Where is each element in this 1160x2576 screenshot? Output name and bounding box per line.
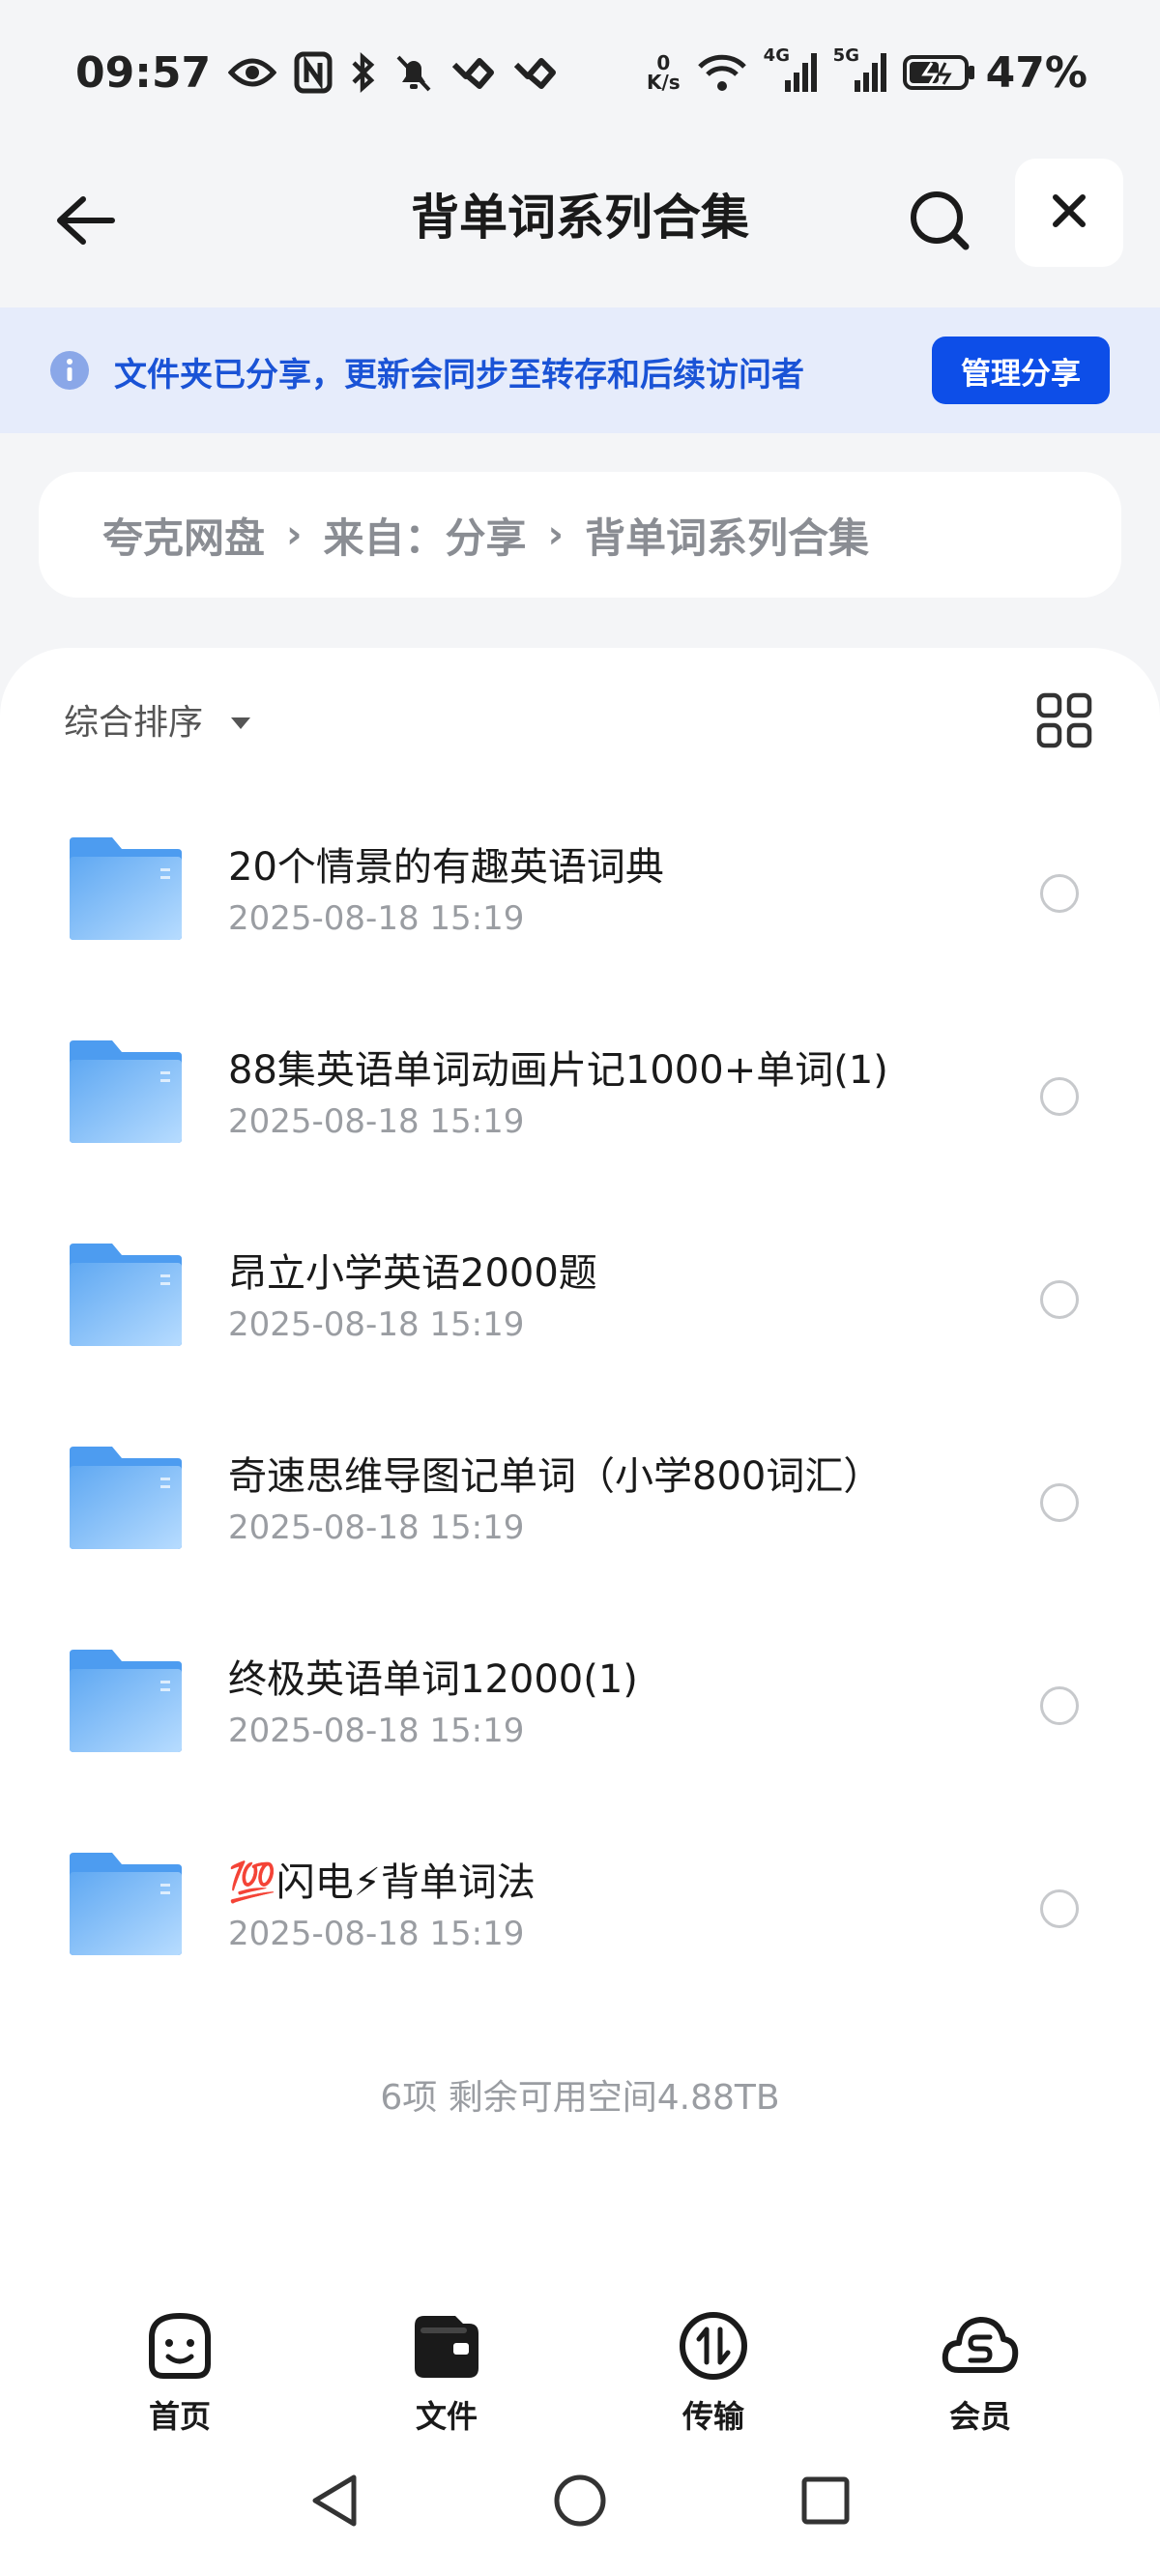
file-name: 88集英语单词动画片记1000+单词(1)	[228, 1048, 888, 1093]
app-notification-icon	[450, 49, 495, 96]
bluetooth-icon	[350, 49, 377, 96]
eye-icon	[228, 49, 277, 96]
info-icon	[50, 351, 89, 390]
battery-charging-icon	[902, 49, 976, 96]
signal-5g-label: 5G	[832, 45, 859, 66]
app-notification-icon-2	[512, 49, 557, 96]
file-list: 20个情景的有趣英语词典 2025-08-18 15:19 88集英语单词动画片…	[0, 803, 1160, 2021]
file-row[interactable]: 昂立小学英语2000题 2025-08-18 15:19	[0, 1209, 1160, 1412]
nav-item-membership[interactable]: 会员	[913, 2305, 1048, 2437]
nav-item-files[interactable]: 文件	[379, 2305, 514, 2437]
system-navigation-bar	[0, 2446, 1160, 2576]
system-back-button[interactable]	[300, 2468, 369, 2537]
grid-view-icon	[1036, 692, 1092, 752]
folder-wallet-icon	[406, 2305, 487, 2386]
smile-face-icon	[139, 2305, 220, 2386]
search-icon	[908, 189, 972, 256]
nav-label-membership: 会员	[948, 2398, 1011, 2435]
circle-home-icon	[551, 2472, 609, 2533]
file-name: 昂立小学英语2000题	[228, 1251, 597, 1296]
file-row[interactable]: 88集英语单词动画片记1000+单词(1) 2025-08-18 15:19	[0, 1006, 1160, 1209]
grid-view-button[interactable]	[1036, 692, 1092, 748]
file-row[interactable]: 终极英语单词12000(1) 2025-08-18 15:19	[0, 1615, 1160, 1818]
folder-icon	[68, 1648, 184, 1754]
nav-item-home[interactable]: 首页	[112, 2305, 247, 2437]
file-list-panel: 综合排序 20个情景的有趣英语词典 2025-08-18 15:19 88集英语…	[0, 648, 1160, 2576]
file-date: 2025-08-18 15:19	[228, 1102, 525, 1141]
status-time: 09:57	[75, 47, 212, 98]
file-date: 2025-08-18 15:19	[228, 1915, 525, 1953]
file-name: 💯闪电⚡背单词法	[228, 1860, 536, 1905]
transfer-arrows-icon	[673, 2305, 754, 2386]
nfc-icon	[294, 49, 333, 96]
page-title: 背单词系列合集	[411, 190, 749, 246]
file-name: 终极英语单词12000(1)	[228, 1657, 638, 1702]
select-radio[interactable]	[1040, 1686, 1079, 1725]
app-screen: 09:57 0 K/s 4G 5G 47% 背单词系列合集 文件夹已分享，更新会…	[0, 0, 1160, 2576]
sort-dropdown[interactable]: 综合排序	[64, 694, 251, 745]
chevron-right-icon: ›	[286, 512, 303, 557]
folder-icon	[68, 1445, 184, 1551]
wifi-icon	[696, 49, 748, 96]
banner-message: 文件夹已分享，更新会同步至转存和后续访问者	[114, 356, 804, 395]
status-bar: 09:57 0 K/s 4G 5G 47%	[0, 0, 1160, 145]
network-speed-unit: K/s	[646, 71, 681, 94]
signal-4g-label: 4G	[763, 45, 790, 66]
network-speed-value: 0	[656, 51, 671, 74]
nav-item-transfer[interactable]: 传输	[646, 2305, 781, 2437]
file-name: 20个情景的有趣英语词典	[228, 845, 664, 890]
file-row[interactable]: 奇速思维导图记单词（小学800词汇） 2025-08-18 15:19	[0, 1412, 1160, 1615]
folder-icon	[68, 835, 184, 942]
file-row[interactable]: 💯闪电⚡背单词法 2025-08-18 15:19	[0, 1818, 1160, 2021]
manage-share-button[interactable]: 管理分享	[932, 337, 1110, 404]
system-recents-button[interactable]	[791, 2468, 860, 2537]
nav-label-transfer: 传输	[682, 2398, 744, 2435]
mute-bell-icon	[394, 49, 433, 96]
share-notice-banner: 文件夹已分享，更新会同步至转存和后续访问者 管理分享	[0, 307, 1160, 433]
close-button[interactable]	[1015, 159, 1123, 267]
file-date: 2025-08-18 15:19	[228, 1508, 525, 1547]
close-icon	[1050, 191, 1088, 234]
breadcrumb-item-source[interactable]: 来自：分享	[324, 506, 527, 565]
select-radio[interactable]	[1040, 1889, 1079, 1928]
battery-indicator: 47%	[902, 47, 1088, 98]
breadcrumb-item-root[interactable]: 夸克网盘	[102, 506, 265, 565]
select-radio[interactable]	[1040, 1077, 1079, 1116]
caret-down-icon	[230, 700, 251, 740]
breadcrumb: 夸克网盘 › 来自：分享 › 背单词系列合集	[39, 472, 1121, 598]
file-row[interactable]: 20个情景的有趣英语词典 2025-08-18 15:19	[0, 803, 1160, 1006]
nav-label-files: 文件	[415, 2398, 478, 2435]
search-button[interactable]	[899, 182, 980, 263]
breadcrumb-item-current: 背单词系列合集	[585, 513, 870, 562]
square-recents-icon	[798, 2474, 853, 2532]
select-radio[interactable]	[1040, 1280, 1079, 1319]
storage-summary: 6项 剩余可用空间4.88TB	[380, 2078, 780, 2118]
cloud-s-icon	[940, 2305, 1021, 2386]
triangle-back-icon	[307, 2472, 362, 2533]
select-radio[interactable]	[1040, 1483, 1079, 1522]
system-home-button[interactable]	[545, 2468, 615, 2537]
select-radio[interactable]	[1040, 874, 1079, 913]
signal-5g-icon: 5G	[833, 45, 887, 96]
network-speed: 0 K/s	[647, 53, 681, 92]
file-name: 奇速思维导图记单词（小学800词汇）	[228, 1454, 883, 1499]
file-date: 2025-08-18 15:19	[228, 1305, 525, 1344]
signal-4g-icon: 4G	[764, 45, 818, 96]
folder-icon	[68, 1039, 184, 1145]
nav-label-home: 首页	[148, 2398, 211, 2435]
file-date: 2025-08-18 15:19	[228, 1712, 525, 1750]
chevron-right-icon: ›	[547, 512, 564, 557]
sort-label: 综合排序	[64, 703, 204, 743]
top-app-bar: 背单词系列合集	[0, 145, 1160, 309]
folder-icon	[68, 1851, 184, 1957]
bottom-navigation: 首页 文件 传输 会员	[0, 2292, 1160, 2446]
file-date: 2025-08-18 15:19	[228, 899, 525, 938]
folder-icon	[68, 1242, 184, 1348]
battery-percent: 47%	[985, 47, 1088, 98]
